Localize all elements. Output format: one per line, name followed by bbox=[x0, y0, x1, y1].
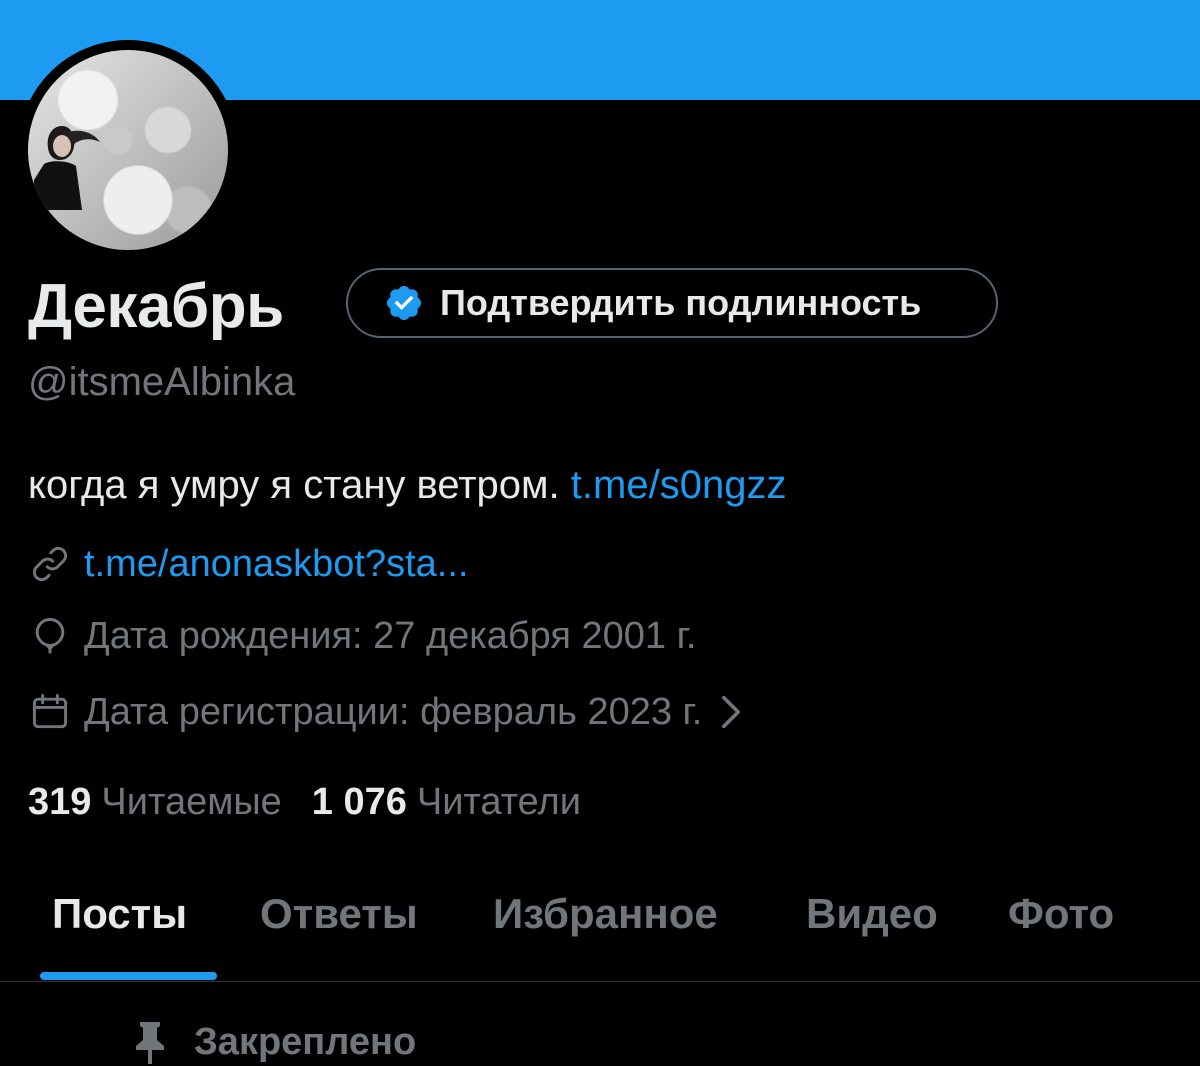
tab-video[interactable]: Видео bbox=[806, 888, 938, 940]
pinned-header: Закреплено bbox=[130, 1018, 416, 1066]
verify-button-label: Подтвердить подлинность bbox=[440, 282, 922, 323]
following-count: 319 bbox=[28, 781, 92, 823]
bio-text: когда я умру я стану ветром. bbox=[28, 463, 560, 507]
birthday-row: Дата рождения: 27 декабря 2001 г. bbox=[28, 612, 696, 660]
followers-count: 1 076 bbox=[311, 781, 407, 823]
avatar-image bbox=[28, 50, 228, 250]
website-row: t.me/anonaskbot?sta... bbox=[28, 540, 468, 588]
pin-icon bbox=[136, 1022, 164, 1064]
joined-text: Дата регистрации: февраль 2023 г. bbox=[84, 691, 703, 733]
chevron-right-icon bbox=[722, 695, 741, 729]
follow-stats: 319 Читаемые 1 076 Читатели bbox=[28, 778, 581, 826]
tab-replies[interactable]: Ответы bbox=[260, 888, 418, 940]
verify-identity-button[interactable]: Подтвердить подлинность bbox=[346, 268, 998, 338]
joined-row[interactable]: Дата регистрации: февраль 2023 г. bbox=[28, 688, 746, 736]
followers-link[interactable]: 1 076 Читатели bbox=[312, 778, 581, 826]
balloon-icon bbox=[35, 618, 65, 654]
display-name: Декабрь bbox=[28, 272, 284, 341]
calendar-icon bbox=[32, 694, 68, 729]
link-icon bbox=[32, 546, 68, 582]
avatar[interactable] bbox=[18, 40, 238, 260]
user-handle: @itsmeAlbinka bbox=[28, 360, 296, 404]
pinned-label: Закреплено bbox=[194, 1020, 417, 1063]
following-link[interactable]: 319 Читаемые bbox=[28, 778, 282, 826]
following-label: Читаемые bbox=[101, 781, 282, 823]
followers-label: Читатели bbox=[416, 781, 581, 823]
tab-posts[interactable]: Посты bbox=[52, 888, 187, 940]
birthday-text: Дата рождения: 27 декабря 2001 г. bbox=[84, 615, 697, 657]
bio-link[interactable]: t.me/s0ngzz bbox=[571, 463, 787, 507]
avatar-figure-graphic bbox=[34, 126, 100, 210]
website-link[interactable]: t.me/anonaskbot?sta... bbox=[84, 540, 468, 588]
verified-badge-icon bbox=[386, 285, 422, 321]
active-tab-indicator bbox=[40, 972, 217, 980]
tab-likes[interactable]: Избранное bbox=[493, 888, 718, 940]
tab-photos[interactable]: Фото bbox=[1008, 888, 1114, 940]
profile-tabs: Посты Ответы Избранное Видео Фото bbox=[0, 860, 1200, 982]
bio: когда я умру я стану ветром. t.me/s0ngzz bbox=[28, 460, 786, 510]
